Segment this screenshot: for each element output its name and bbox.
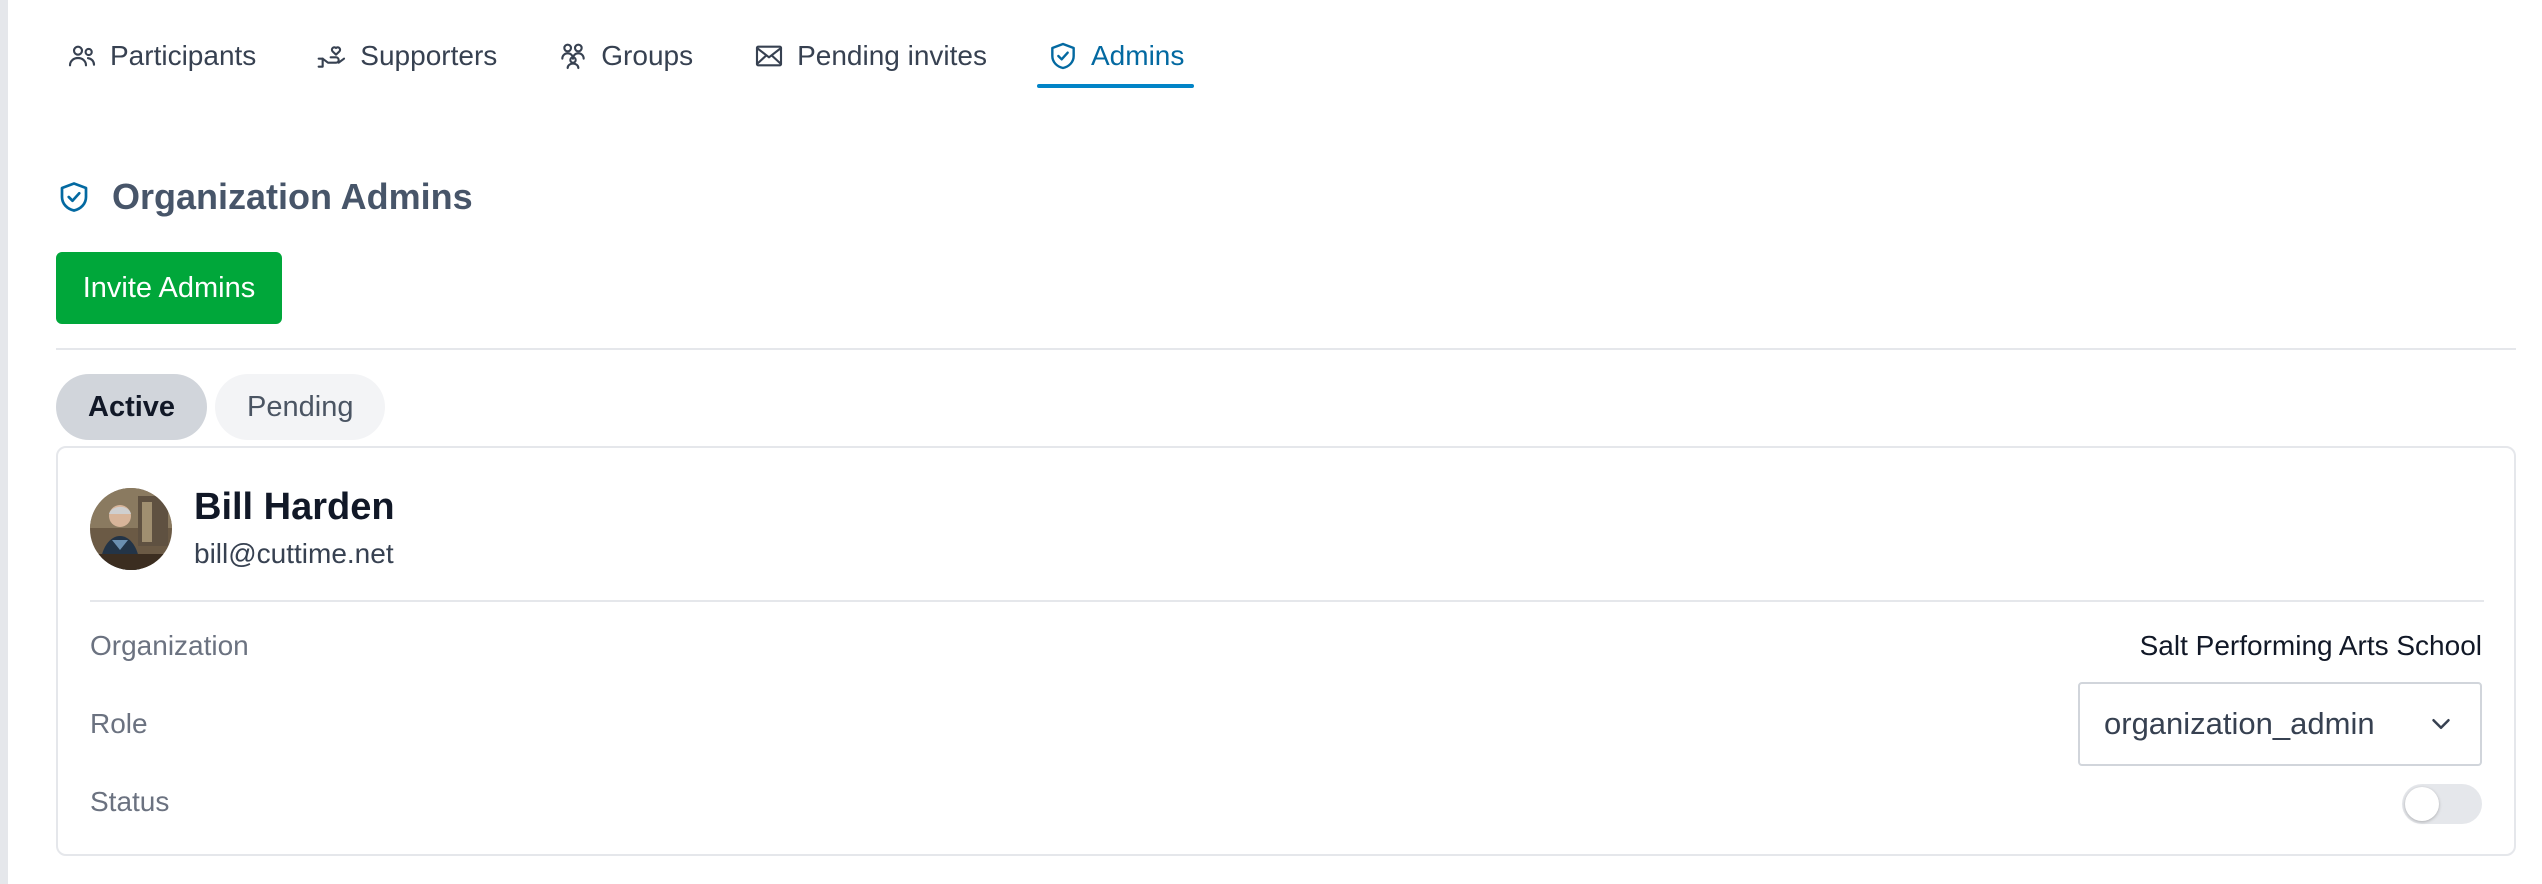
tab-supporters[interactable]: Supporters <box>306 28 507 84</box>
mail-icon <box>756 45 783 67</box>
admin-email: bill@cuttime.net <box>194 538 394 569</box>
left-edge-border <box>0 0 8 884</box>
avatar-photo <box>90 488 172 570</box>
shield-check-icon <box>1051 42 1075 70</box>
avatar <box>90 488 172 570</box>
organization-label: Organization <box>90 630 249 661</box>
tab-label: Supporters <box>360 40 498 71</box>
card-divider <box>90 600 2484 602</box>
role-select-value: organization_admin <box>2104 706 2375 741</box>
tab-label: Pending invites <box>797 40 987 71</box>
tab-pending-invites[interactable]: Pending invites <box>743 28 997 84</box>
group-icon <box>561 43 585 70</box>
tab-groups[interactable]: Groups <box>547 28 703 84</box>
tab-label: Groups <box>601 40 694 71</box>
tab-label: Participants <box>110 40 257 71</box>
role-label: Role <box>90 708 148 739</box>
organization-value: Salt Performing Arts School <box>2139 630 2482 661</box>
page-title-clipped <box>88 0 178 6</box>
role-select[interactable]: organization_admin <box>2078 682 2482 766</box>
status-label: Status <box>90 786 170 817</box>
shield-check-icon <box>60 182 88 212</box>
filter-pending-button[interactable]: Pending <box>215 374 386 440</box>
status-filter: Active Pending <box>56 374 386 440</box>
hand-heart-icon <box>317 46 346 68</box>
users-icon <box>68 45 96 67</box>
divider <box>56 348 2516 350</box>
tab-admins[interactable]: Admins <box>1037 28 1195 88</box>
tab-participants[interactable]: Participants <box>56 28 266 84</box>
section-title: Organization Admins <box>112 176 473 217</box>
admin-name: Bill Harden <box>194 486 395 528</box>
admin-tabs: Participants Supporters Groups Pending i… <box>56 28 1234 90</box>
toggle-knob <box>2405 787 2439 821</box>
status-toggle[interactable] <box>2402 784 2482 824</box>
chevron-down-icon <box>2432 719 2450 729</box>
filter-active-button[interactable]: Active <box>56 374 208 440</box>
section-header: Organization Admins <box>56 176 473 218</box>
invite-admins-button[interactable]: Invite Admins <box>56 252 282 324</box>
admin-card: Bill Harden bill@cuttime.net Organizatio… <box>56 446 2516 856</box>
tab-label: Admins <box>1091 40 1185 71</box>
